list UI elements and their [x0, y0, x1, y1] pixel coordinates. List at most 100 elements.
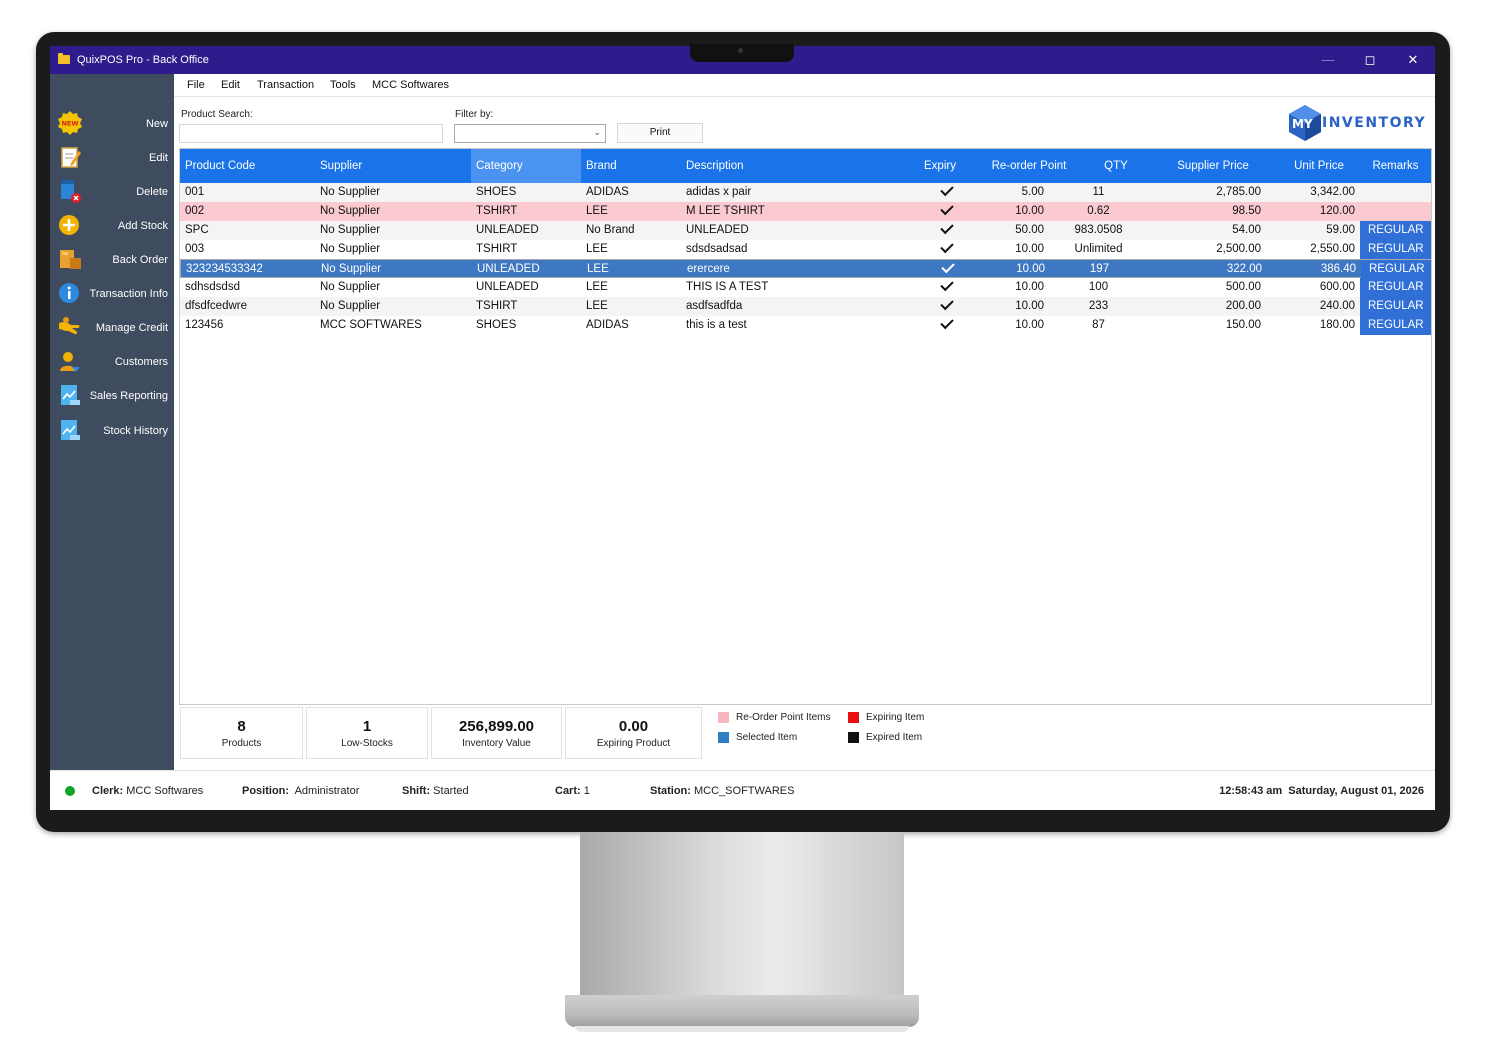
col-category[interactable]: Category — [471, 149, 581, 183]
cell-remarks: REGULAR — [1360, 297, 1431, 316]
checkmark-icon — [940, 260, 955, 274]
cell-qty: 233 — [1088, 300, 1109, 312]
cell-category: SHOES — [476, 319, 517, 331]
maximize-button[interactable]: ◻ — [1358, 51, 1382, 69]
cell-qty: 100 — [1088, 281, 1109, 293]
legend-label: Expiring Item — [866, 712, 925, 723]
status-bar: Clerk: MCC Softwares Position: Administr… — [50, 770, 1435, 810]
sidebar-item-customers[interactable]: Customers — [50, 346, 174, 378]
cell-code: 001 — [185, 186, 205, 198]
checkmark-icon — [939, 297, 954, 311]
cell-reorder: 10.00 — [1016, 263, 1045, 275]
col-remarks[interactable]: Remarks — [1360, 149, 1431, 183]
menu-mcc-softwares[interactable]: MCC Softwares — [372, 79, 449, 91]
cart-value: 1 — [583, 785, 590, 797]
sidebar-item-manage-credit[interactable]: Manage Credit — [50, 312, 174, 344]
col-reorder-point[interactable]: Re-order Point — [974, 149, 1084, 183]
stat-label: Expiring Product — [596, 738, 671, 749]
cell-category: UNLEADED — [476, 224, 539, 236]
menu-edit[interactable]: Edit — [221, 79, 240, 91]
cell-description: this is a test — [686, 319, 747, 331]
stat-inventory-value: 256,899.00 Inventory Value — [431, 707, 562, 759]
sidebar-item-add-stock[interactable]: Add Stock — [50, 210, 174, 242]
cell-supplier: No Supplier — [321, 263, 382, 275]
table-row[interactable]: SPC No Supplier UNLEADED No Brand UNLEADED 50… — [180, 221, 1431, 240]
col-supplier-price[interactable]: Supplier Price — [1148, 149, 1278, 183]
cell-category: UNLEADED — [476, 281, 539, 293]
cell-expiry — [919, 183, 974, 202]
col-description[interactable]: Description — [681, 149, 919, 183]
monitor-notch — [690, 44, 794, 62]
cell-remarks — [1360, 183, 1431, 202]
col-expiry[interactable]: Expiry — [919, 149, 974, 183]
cell-code: sdhsdsdsd — [185, 281, 240, 293]
monitor-stand — [580, 832, 904, 1002]
close-button[interactable]: ✕ — [1401, 51, 1425, 69]
cell-unit-price: 386.40 — [1320, 263, 1356, 275]
col-unit-price[interactable]: Unit Price — [1278, 149, 1360, 183]
cell-qty: 983.0508 — [1074, 224, 1123, 236]
col-qty[interactable]: QTY — [1084, 149, 1148, 183]
filter-by-select[interactable]: ⌄ — [454, 124, 606, 143]
monitor-stand-base — [565, 995, 919, 1027]
col-supplier[interactable]: Supplier — [315, 149, 471, 183]
menu-transaction[interactable]: Transaction — [257, 79, 314, 91]
sidebar-item-delete[interactable]: Delete — [50, 176, 174, 208]
cell-reorder: 10.00 — [1015, 205, 1044, 217]
sidebar-item-back-order[interactable]: Back Order — [50, 244, 174, 276]
cell-unit-price: 240.00 — [1319, 300, 1355, 312]
cart-label: Cart: — [555, 785, 581, 797]
filter-by-label: Filter by: — [455, 109, 494, 120]
cell-supplier-price: 500.00 — [1225, 281, 1261, 293]
col-brand[interactable]: Brand — [581, 149, 681, 183]
sidebar-item-label: Customers — [114, 356, 168, 368]
sidebar-item-sales-reporting[interactable]: Sales Reporting — [50, 380, 174, 412]
folder-icon — [58, 53, 70, 64]
sidebar-item-edit[interactable]: Edit — [50, 142, 174, 174]
stat-label: Inventory Value — [462, 738, 531, 749]
stat-value: 8 — [237, 718, 246, 735]
menu-file[interactable]: File — [187, 79, 205, 91]
cell-unit-price: 3,342.00 — [1310, 186, 1355, 198]
menu-tools[interactable]: Tools — [330, 79, 356, 91]
table-row[interactable]: 123456 MCC SOFTWARES SHOES ADIDAS this is a … — [180, 316, 1431, 335]
table-row[interactable]: sdhsdsdsd No Supplier UNLEADED LEE THIS IS A… — [180, 278, 1431, 297]
cell-expiry — [919, 202, 974, 221]
cell-category: TSHIRT — [476, 300, 518, 312]
station-value: MCC_SOFTWARES — [694, 785, 795, 797]
cell-supplier: No Supplier — [320, 186, 381, 198]
online-status-icon — [65, 786, 75, 796]
logo-my-text: MY — [1292, 117, 1313, 131]
sidebar-item-label: Sales Reporting — [89, 390, 168, 402]
cell-qty: 11 — [1092, 186, 1105, 198]
cell-supplier-price: 200.00 — [1225, 300, 1261, 312]
checkmark-icon — [939, 240, 954, 254]
sidebar: NEW New Edit Delete Add Stock Back Order… — [50, 74, 174, 770]
cell-supplier: No Supplier — [320, 243, 381, 255]
table-row[interactable]: 003 No Supplier TSHIRT LEE sdsdsadsad 10.00 Un… — [180, 240, 1431, 259]
sidebar-item-transaction-info[interactable]: Transaction Info — [50, 278, 174, 310]
col-product-code[interactable]: Product Code — [180, 149, 315, 183]
cell-description: asdfsadfda — [686, 300, 743, 312]
sidebar-item-new[interactable]: NEW New — [50, 108, 174, 140]
table-header: Product Code Supplier Category Brand Des… — [180, 149, 1431, 183]
camera-icon — [738, 48, 743, 53]
stat-value: 1 — [362, 718, 372, 735]
cell-supplier-price: 98.50 — [1232, 205, 1261, 217]
minimize-button[interactable]: — — [1316, 51, 1340, 69]
product-search-input[interactable] — [179, 124, 443, 143]
cell-brand: LEE — [587, 263, 609, 275]
cell-brand: No Brand — [586, 224, 635, 236]
clerk-value: MCC Softwares — [126, 785, 204, 797]
table-row[interactable]: dfsdfcedwre No Supplier TSHIRT LEE asdfsadfd… — [180, 297, 1431, 316]
shift-label: Shift: — [402, 785, 431, 797]
table-row[interactable]: 002 No Supplier TSHIRT LEE M LEE TSHIRT 10.00… — [180, 202, 1431, 221]
legend-swatch — [848, 712, 859, 723]
table-row[interactable]: 323234533342 No Supplier UNLEADED LEE ererce… — [180, 259, 1431, 279]
cell-supplier-price: 150.00 — [1225, 319, 1261, 331]
cell-category: SHOES — [476, 186, 517, 198]
print-button[interactable]: Print — [617, 123, 703, 143]
inventory-table[interactable]: Product Code Supplier Category Brand Des… — [179, 148, 1432, 705]
sidebar-item-stock-history[interactable]: Stock History — [50, 415, 174, 447]
table-row[interactable]: 001 No Supplier SHOES ADIDAS adidas x pair 5.… — [180, 183, 1431, 202]
